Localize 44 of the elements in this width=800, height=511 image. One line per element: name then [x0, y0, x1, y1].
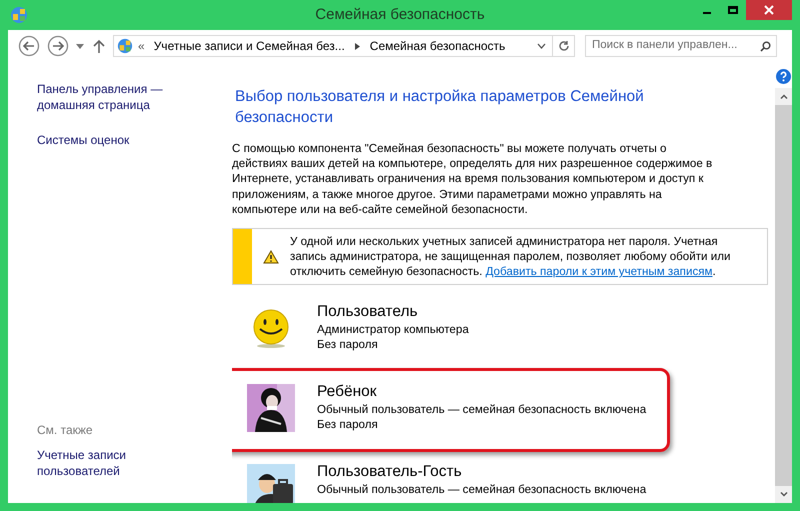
- user-name: Пользователь: [317, 302, 419, 322]
- warning-stripe: [233, 229, 252, 284]
- scroll-down-icon[interactable]: [780, 492, 788, 497]
- close-icon[interactable]: [764, 5, 774, 15]
- password-status: Без пароля: [317, 337, 379, 352]
- user-name: Пользователь-Гость: [317, 462, 463, 482]
- sidebar-link[interactable]: Учетные записи пользователей: [37, 447, 147, 479]
- user-name: Ребёнок: [317, 382, 378, 402]
- refresh-icon[interactable]: [558, 40, 570, 52]
- back-button[interactable]: [18, 35, 40, 57]
- user-role: Обычный пользователь — семейная безопасность включена: [317, 402, 646, 418]
- page-heading: Выбор пользователя и настройка параметров Семейной безопасности: [234, 87, 645, 128]
- address-bar[interactable]: « Учетные записи и Семейная без... Семейная безопасность: [113, 35, 575, 57]
- help-icon[interactable]: [776, 69, 791, 84]
- intro-text: С помощью компонента "Семейная безопасность" вы можете получать отчеты о действиях ваших детей на компьютере, определять для них разрешенное содержимое в Интернете, устанавливать ограничения на время пользования компьютером и доступ к приложениям, а также многое другое. Этими параметрами можно управлять на компьютере или на веб-сайте семейной безопасности.: [232, 141, 714, 218]
- user-role: Администратор компьютера: [317, 322, 469, 338]
- smiley-icon: [251, 308, 291, 348]
- up-button[interactable]: [93, 39, 105, 53]
- sidebar-link[interactable]: Системы оценок: [37, 132, 177, 148]
- close-button[interactable]: [746, 0, 792, 20]
- password-status: Без пароля: [317, 417, 379, 432]
- forward-button[interactable]: [47, 35, 69, 57]
- user-tile[interactable]: Пользователь Администратор компьютера Без пароля: [232, 295, 670, 366]
- breadcrumb-link[interactable]: Семейная безопасность: [370, 37, 506, 55]
- user-tile[interactable]: Ребёнок Обычный пользователь — семейная безопасность включена Без пароля: [232, 368, 670, 452]
- app-icon: [117, 38, 133, 54]
- search-icon[interactable]: [760, 40, 771, 52]
- breadcrumb-chevron-icon[interactable]: [354, 42, 360, 50]
- breadcrumb-link[interactable]: Учетные записи и Семейная без...: [154, 37, 345, 55]
- warning-icon: [263, 250, 279, 264]
- warning-text: У одной или нескольких учетных записей администратора нет пароля. Учетная запись администратора, не защищенная паролем, позволяет любому обойти или отключить семейную безопасность. Добавить пароли к этим учетным записям.: [290, 234, 732, 280]
- scrollbar[interactable]: [775, 88, 792, 503]
- see-also-heading: См. также: [37, 422, 94, 439]
- user-tile[interactable]: Пользователь-Гость Обычный пользователь — семейная безопасность включена: [232, 455, 670, 503]
- window-title: Семейная безопасность: [315, 4, 485, 25]
- breadcrumb-overflow[interactable]: «: [138, 37, 145, 55]
- app-icon: [10, 6, 28, 24]
- sidebar-link[interactable]: Панель управления — домашняя страница: [37, 81, 177, 113]
- history-caret-icon[interactable]: [537, 43, 546, 49]
- user-role: Обычный пользователь — семейная безопасность включена: [317, 482, 646, 498]
- dropdown-caret-icon[interactable]: [76, 44, 84, 48]
- scroll-up-icon[interactable]: [780, 94, 788, 99]
- add-passwords-link[interactable]: Добавить пароли к этим учетным записям: [486, 265, 712, 278]
- search-field[interactable]: Поиск в панели управлен...: [585, 35, 777, 57]
